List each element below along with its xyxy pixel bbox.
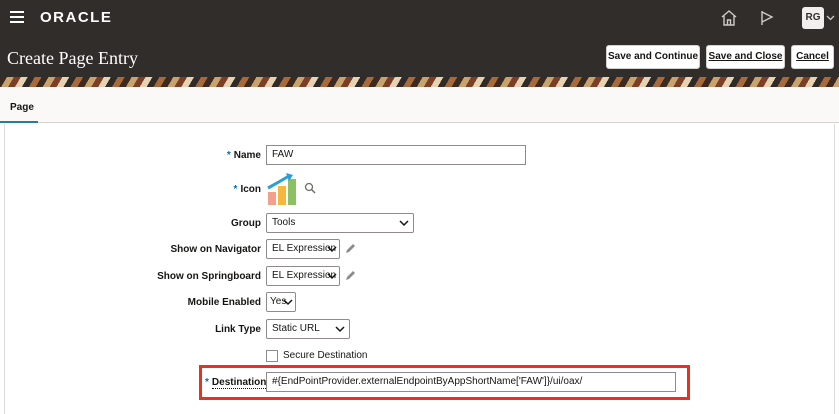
- icon-label-text: Icon: [240, 184, 261, 195]
- chevron-down-icon[interactable]: [826, 13, 835, 22]
- destination-input[interactable]: #{EndPointProvider.externalEndpointByApp…: [266, 372, 676, 392]
- chevron-down-icon: [335, 326, 345, 333]
- edit-pencil-icon[interactable]: [344, 242, 357, 255]
- link-type-value: Static URL: [272, 323, 320, 334]
- save-and-close-button[interactable]: Save and Close: [706, 45, 785, 69]
- show-on-springboard-label: Show on Springboard: [157, 271, 261, 282]
- chevron-down-icon: [327, 273, 337, 280]
- tab-page[interactable]: Page: [0, 87, 38, 123]
- search-icon[interactable]: [304, 182, 316, 194]
- menu-icon[interactable]: [10, 11, 24, 23]
- show-on-springboard-select[interactable]: EL Expression: [266, 266, 340, 286]
- chevron-down-icon: [399, 220, 409, 227]
- analytics-chart-icon[interactable]: [265, 170, 301, 206]
- link-type-select[interactable]: Static URL: [266, 319, 350, 339]
- group-select[interactable]: Tools: [266, 213, 414, 233]
- mobile-enabled-label: Mobile Enabled: [187, 297, 261, 308]
- chevron-down-icon: [327, 246, 337, 253]
- name-input[interactable]: FAW: [266, 145, 526, 165]
- destination-label: * Destination: [205, 377, 267, 389]
- chevron-down-icon: [283, 299, 293, 306]
- avatar[interactable]: RG: [802, 7, 824, 29]
- name-label: * Name: [227, 150, 261, 161]
- global-header: ORACLE RG: [0, 0, 839, 35]
- save-and-continue-button[interactable]: Save and Continue: [606, 45, 700, 69]
- icon-label: * Icon: [234, 184, 261, 195]
- secure-destination-checkbox[interactable]: [266, 350, 278, 362]
- required-indicator: *: [226, 150, 231, 161]
- required-indicator: *: [205, 377, 209, 388]
- destination-label-text: Destination: [211, 377, 267, 389]
- secure-destination-label: Secure Destination: [283, 350, 368, 361]
- tab-bar: Page: [0, 87, 839, 123]
- page-title-bar: Create Page Entry Save and Continue Save…: [0, 35, 839, 77]
- oracle-logo[interactable]: ORACLE: [40, 9, 112, 26]
- cancel-button[interactable]: Cancel: [791, 45, 834, 69]
- home-icon[interactable]: [720, 9, 738, 27]
- show-on-navigator-select[interactable]: EL Expression: [266, 239, 340, 259]
- decorative-banner: [0, 77, 839, 87]
- edit-pencil-icon[interactable]: [344, 269, 357, 282]
- mobile-enabled-select[interactable]: Yes: [266, 292, 296, 312]
- page-title: Create Page Entry: [7, 48, 138, 68]
- required-indicator: *: [233, 184, 238, 195]
- group-label: Group: [231, 218, 261, 229]
- link-type-label: Link Type: [215, 324, 261, 335]
- group-select-value: Tools: [272, 217, 296, 228]
- notifications-icon[interactable]: [758, 9, 776, 27]
- name-label-text: Name: [233, 150, 261, 161]
- show-on-navigator-label: Show on Navigator: [170, 244, 261, 255]
